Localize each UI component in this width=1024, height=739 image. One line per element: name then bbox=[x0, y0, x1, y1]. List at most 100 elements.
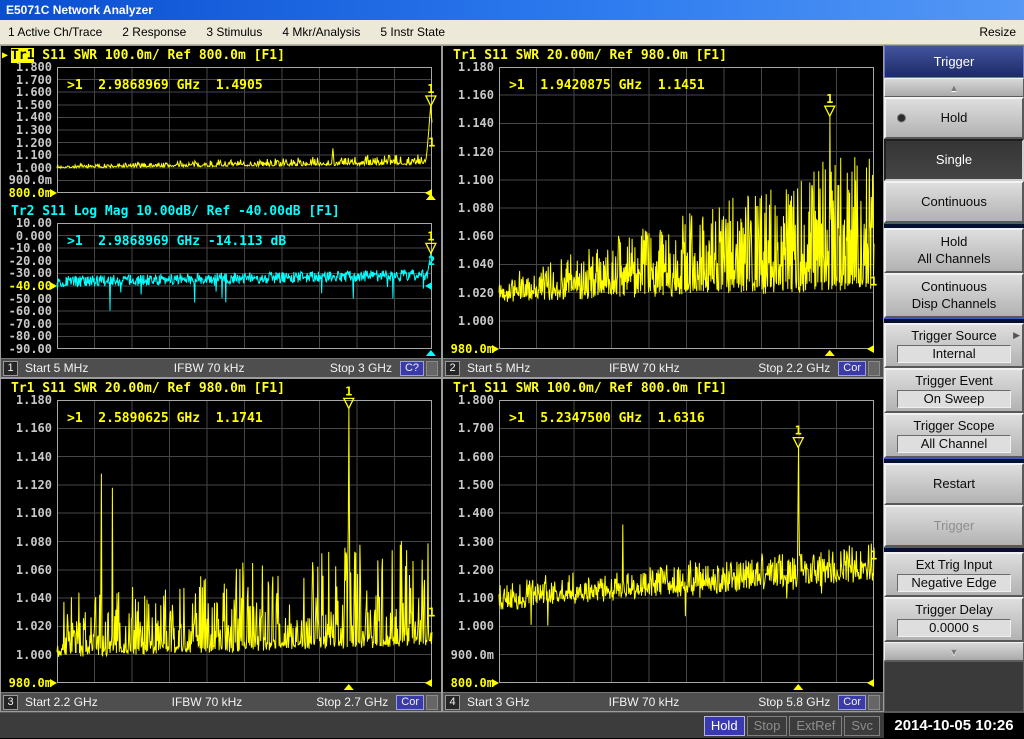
y-tick-label: 1.180 bbox=[16, 393, 52, 407]
y-tick-label: 1.160 bbox=[458, 88, 494, 102]
window-title: E5071C Network Analyzer bbox=[6, 3, 153, 17]
y-tick-label: 1.100 bbox=[458, 173, 494, 187]
menu-item-stimulus[interactable]: 3 Stimulus bbox=[206, 25, 262, 39]
resize-button[interactable]: Resize bbox=[979, 25, 1016, 39]
y-tick-label: 1.700 bbox=[458, 421, 494, 435]
trace-number-edge-label: 1 bbox=[428, 136, 435, 150]
softkey-label: Restart bbox=[933, 476, 975, 492]
start-frequency[interactable]: Start 5 MHz bbox=[467, 361, 530, 375]
correction-badge: Cor bbox=[838, 361, 866, 376]
active-trace-arrow-icon: ▶ bbox=[2, 50, 11, 61]
y-tick-label: 1.040 bbox=[16, 591, 52, 605]
softkey-label: Trigger Delay bbox=[915, 602, 993, 618]
trace-number-edge-label: 1 bbox=[870, 274, 877, 288]
hold-all-channels-button[interactable]: HoldAll Channels bbox=[884, 228, 1024, 273]
channel-4-window[interactable]: Tr1 S11 SWR 100.0m/ Ref 800.0m [F1]1.800… bbox=[442, 378, 884, 712]
ifbw-value[interactable]: IFBW 70 kHz bbox=[609, 695, 680, 709]
marker-icon[interactable] bbox=[344, 398, 354, 408]
channel-number[interactable]: 4 bbox=[445, 695, 460, 710]
continuous-disp-channels-button[interactable]: ContinuousDisp Channels bbox=[884, 273, 1024, 318]
softkey-menu: Trigger ▲HoldSingleContinuous HoldAll Cha… bbox=[884, 45, 1024, 712]
softkey-value: 0.0000 s bbox=[897, 619, 1011, 637]
stop-frequency[interactable]: Stop 2.7 GHz bbox=[316, 695, 388, 709]
scroll-up-button[interactable]: ▲ bbox=[884, 78, 1024, 97]
clock: 2014-10-05 10:26 bbox=[884, 713, 1024, 739]
channel-number[interactable]: 2 bbox=[445, 361, 460, 376]
graph-ch1-tr1: ▶Tr1 S11 SWR 100.0m/ Ref 800.0m [F1] 1.80… bbox=[1, 46, 441, 202]
y-tick-label: 1.020 bbox=[458, 286, 494, 300]
continuous-button[interactable]: Continuous bbox=[884, 181, 1024, 223]
channel-1-window[interactable]: ▶Tr1 S11 SWR 100.0m/ Ref 800.0m [F1] 1.80… bbox=[0, 45, 442, 378]
scroll-down-icon: ▼ bbox=[950, 647, 959, 657]
y-tick-label: 1.200 bbox=[458, 563, 494, 577]
marker-number: 1 bbox=[795, 424, 802, 438]
menu-item-response[interactable]: 2 Response bbox=[122, 25, 186, 39]
softkey-value: Internal bbox=[897, 345, 1011, 363]
restart-button[interactable]: Restart bbox=[884, 463, 1024, 505]
main-area: ▶Tr1 S11 SWR 100.0m/ Ref 800.0m [F1]1.80… bbox=[0, 45, 1024, 712]
trace-settings-label: S11 SWR 20.00m/ Ref 980.0m [F1] bbox=[476, 48, 726, 63]
marker-icon[interactable] bbox=[793, 438, 803, 448]
trace-header[interactable]: Tr1 S11 SWR 20.00m/ Ref 980.0m [F1] bbox=[1, 379, 441, 398]
plot-canvas: 11>1 2.9868969 GHz 1.4905 bbox=[57, 67, 432, 193]
start-frequency[interactable]: Start 3 GHz bbox=[467, 695, 530, 709]
y-tick-label: 1.400 bbox=[458, 506, 494, 520]
marker-stimulus-arrow-icon bbox=[426, 350, 436, 356]
channel-1-graphs: ▶Tr1 S11 SWR 100.0m/ Ref 800.0m [F1] 1.80… bbox=[1, 46, 441, 358]
marker-readout: >1 5.2347500 GHz 1.6316 bbox=[509, 411, 705, 426]
ifbw-value[interactable]: IFBW 70 kHz bbox=[609, 361, 680, 375]
channel-number[interactable]: 3 bbox=[3, 695, 18, 710]
start-frequency[interactable]: Start 2.2 GHz bbox=[25, 695, 98, 709]
plot-area: 1.8001.7001.6001.5001.4001.3001.2001.100… bbox=[443, 398, 883, 692]
trace-number-edge-label: 2 bbox=[428, 254, 435, 268]
y-tick-label: 1.000 bbox=[458, 314, 494, 328]
ifbw-value[interactable]: IFBW 70 kHz bbox=[174, 361, 245, 375]
window-titlebar[interactable]: E5071C Network Analyzer bbox=[0, 0, 1024, 20]
trigger-button[interactable]: Trigger bbox=[884, 505, 1024, 547]
softkey-empty-area bbox=[884, 661, 1024, 712]
ifbw-value[interactable]: IFBW 70 kHz bbox=[172, 695, 243, 709]
channel-2-window[interactable]: Tr1 S11 SWR 20.00m/ Ref 980.0m [F1]1.180… bbox=[442, 45, 884, 378]
hold-button[interactable]: Hold bbox=[884, 97, 1024, 139]
graph-ch1-tr2: Tr2 S11 Log Mag 10.00dB/ Ref -40.00dB [F… bbox=[1, 202, 441, 358]
y-tick-label: 1.080 bbox=[458, 201, 494, 215]
menu-bar: 1 Active Ch/Trace 2 Response 3 Stimulus … bbox=[0, 20, 1024, 45]
y-tick-label: 1.300 bbox=[458, 535, 494, 549]
trace-header[interactable]: ▶Tr1 S11 SWR 100.0m/ Ref 800.0m [F1] bbox=[1, 46, 441, 65]
y-axis-labels: 1.8001.7001.6001.5001.4001.3001.2001.100… bbox=[1, 67, 57, 193]
trace-settings-label: S11 SWR 100.0m/ Ref 800.0m [F1] bbox=[34, 48, 284, 63]
y-tick-label: 800.0m bbox=[9, 186, 52, 200]
ext-trig-input-button[interactable]: Ext Trig InputNegative Edge bbox=[884, 552, 1024, 597]
marker-stimulus-arrow-icon bbox=[426, 194, 436, 200]
trigger-event-button[interactable]: Trigger EventOn Sweep bbox=[884, 368, 1024, 413]
graph-ch3-tr1: Tr1 S11 SWR 20.00m/ Ref 980.0m [F1]1.180… bbox=[1, 379, 441, 692]
menu-item-instr-state[interactable]: 5 Instr State bbox=[380, 25, 445, 39]
trigger-scope-button[interactable]: Trigger ScopeAll Channel bbox=[884, 413, 1024, 458]
ref-level-right-arrow-icon bbox=[867, 679, 874, 687]
trace-header[interactable]: Tr1 S11 SWR 100.0m/ Ref 800.0m [F1] bbox=[443, 379, 883, 398]
trace-header[interactable]: Tr2 S11 Log Mag 10.00dB/ Ref -40.00dB [F… bbox=[1, 202, 441, 221]
trace-header[interactable]: Tr1 S11 SWR 20.00m/ Ref 980.0m [F1] bbox=[443, 46, 883, 65]
scroll-down-button[interactable]: ▼ bbox=[884, 642, 1024, 661]
plot-canvas: 11>1 2.5890625 GHz 1.1741 bbox=[57, 400, 432, 683]
stop-frequency[interactable]: Stop 2.2 GHz bbox=[758, 361, 830, 375]
softkey-label: Trigger Source bbox=[911, 328, 997, 344]
softkey-label: Disp Channels bbox=[912, 296, 997, 312]
trigger-delay-button[interactable]: Trigger Delay0.0000 s bbox=[884, 597, 1024, 642]
trace-number-edge-label: 1 bbox=[870, 549, 877, 563]
marker-icon[interactable] bbox=[825, 106, 835, 116]
start-frequency[interactable]: Start 5 MHz bbox=[25, 361, 88, 375]
menu-item-active-ch-trace[interactable]: 1 Active Ch/Trace bbox=[8, 25, 102, 39]
trigger-source-button[interactable]: Trigger SourceInternal▶ bbox=[884, 323, 1024, 368]
correction-badge: Cor bbox=[838, 695, 866, 710]
channel-number[interactable]: 1 bbox=[3, 361, 18, 376]
menu-item-mkr-analysis[interactable]: 4 Mkr/Analysis bbox=[282, 25, 360, 39]
single-button[interactable]: Single bbox=[884, 139, 1024, 181]
y-tick-label: 1.120 bbox=[16, 478, 52, 492]
stop-frequency[interactable]: Stop 5.8 GHz bbox=[758, 695, 830, 709]
y-tick-label: 900.0m bbox=[451, 648, 494, 662]
y-tick-label: 800.0m bbox=[451, 676, 494, 690]
stop-frequency[interactable]: Stop 3 GHz bbox=[330, 361, 392, 375]
channel-3-window[interactable]: Tr1 S11 SWR 20.00m/ Ref 980.0m [F1]1.180… bbox=[0, 378, 442, 712]
y-tick-label: 1.500 bbox=[458, 478, 494, 492]
